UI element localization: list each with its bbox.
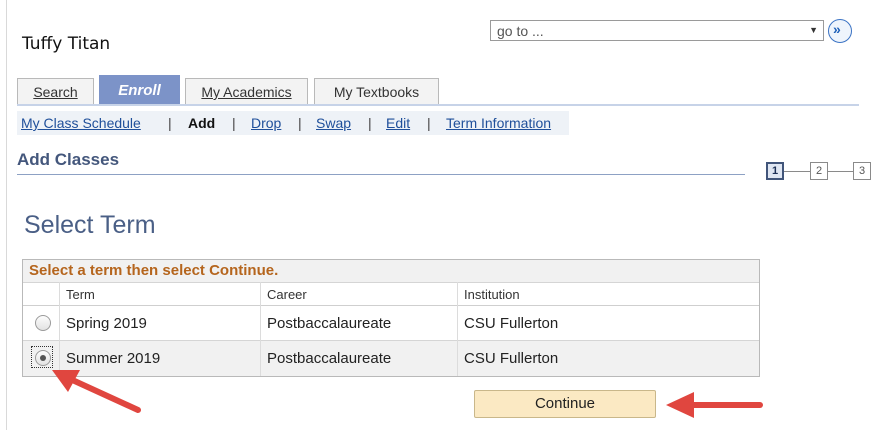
cell-career: Postbaccalaureate [267, 350, 392, 367]
cell-career: Postbaccalaureate [267, 315, 392, 332]
tab-my-academics[interactable]: My Academics [185, 78, 308, 104]
annotation-arrow-to-continue-icon [666, 392, 763, 418]
term-radio-spring-2019[interactable] [35, 315, 51, 331]
tab-search[interactable]: Search [17, 78, 94, 104]
cell-institution: CSU Fullerton [464, 315, 559, 332]
annotation-arrow-to-radio-icon [52, 370, 141, 413]
step-1-indicator: 1 [766, 162, 784, 180]
tab-label: My Textbooks [333, 84, 420, 100]
column-header-term: Term [66, 287, 95, 302]
subnav-add-current: Add [188, 115, 216, 131]
grid-instruction: Select a term then select Continue. [29, 262, 279, 279]
goto-dropdown[interactable]: go to ... ▼ [490, 20, 824, 41]
section-title: Select Term [24, 211, 156, 239]
grid-header: Select a term then select Continue. [23, 260, 759, 282]
term-grid: Select a term then select Continue. Term… [22, 259, 760, 377]
left-border [6, 0, 7, 430]
column-divider [260, 282, 261, 376]
subnav-separator: | [298, 115, 302, 131]
cell-institution: CSU Fullerton [464, 350, 559, 367]
subnav-edit[interactable]: Edit [386, 115, 410, 131]
dropdown-caret-icon: ▼ [809, 25, 818, 35]
tab-underline [17, 104, 859, 106]
tab-label: Search [33, 84, 78, 100]
subnav-separator: | [168, 115, 172, 131]
subnav-separator: | [427, 115, 431, 131]
step-connector [828, 171, 853, 172]
tab-label: Enroll [118, 82, 161, 99]
subnav-term-information[interactable]: Term Information [446, 115, 551, 131]
title-divider [17, 174, 745, 175]
column-header-career: Career [267, 287, 307, 302]
column-header-institution: Institution [464, 287, 520, 302]
subnav-drop[interactable]: Drop [251, 115, 281, 131]
table-row: Spring 2019 Postbaccalaureate CSU Fuller… [23, 306, 759, 341]
subnav-swap[interactable]: Swap [316, 115, 351, 131]
page-title: Add Classes [17, 150, 120, 169]
tab-label: My Academics [201, 84, 292, 100]
goto-button[interactable]: » [828, 19, 852, 43]
continue-button[interactable]: Continue [474, 390, 656, 418]
subnav-bar: My Class Schedule | Add | Drop | Swap | … [17, 111, 569, 135]
user-name: Tuffy Titan [22, 34, 111, 54]
step-connector [784, 171, 810, 172]
step-3-indicator: 3 [853, 162, 871, 180]
step-2-indicator: 2 [810, 162, 828, 180]
tab-enroll[interactable]: Enroll [99, 75, 180, 104]
cell-term: Spring 2019 [66, 315, 147, 332]
column-header-row: Term Career Institution [23, 282, 759, 306]
subnav-separator: | [368, 115, 372, 131]
tab-my-textbooks[interactable]: My Textbooks [314, 78, 439, 104]
column-divider [457, 282, 458, 376]
goto-selected-value: go to ... [497, 23, 544, 39]
double-chevron-right-icon: » [833, 21, 841, 37]
subnav-my-class-schedule[interactable]: My Class Schedule [21, 115, 141, 131]
subnav-separator: | [232, 115, 236, 131]
